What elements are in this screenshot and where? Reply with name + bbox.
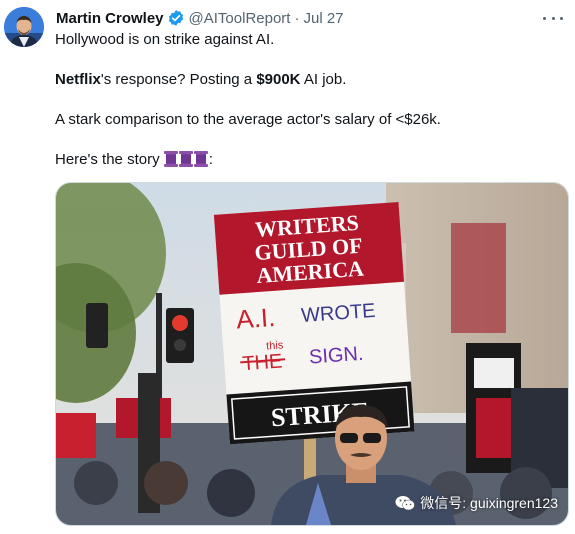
watermark-text: 微信号: guixingren123 xyxy=(420,495,558,511)
tweet-line-2: Netflix's response? Posting a $900K AI j… xyxy=(55,70,346,90)
author-name[interactable]: Martin Crowley xyxy=(56,10,164,27)
salary-bold: $900K xyxy=(256,71,301,88)
line-4-end: : xyxy=(208,151,213,168)
tweet-line-3: A stark comparison to the average actor'… xyxy=(55,111,441,128)
sign-sign: SIGN. xyxy=(308,343,364,369)
spool-icon xyxy=(163,151,178,167)
tweet-line-1: Hollywood is on strike against AI. xyxy=(55,31,275,48)
tweet-header: Martin Crowley @AIToolReport · Jul 27 xyxy=(56,8,515,28)
avatar[interactable] xyxy=(4,7,44,47)
tweet-photo[interactable]: WRITERS GUILD OF AMERICA A.I. WROTE this… xyxy=(55,182,569,526)
spool-icon xyxy=(178,151,193,167)
watermark: 微信号: guixingren123 xyxy=(395,493,558,513)
line-2-mid: 's response? Posting a xyxy=(100,71,257,88)
sign-ai: A.I. xyxy=(235,302,276,335)
verified-badge-icon[interactable] xyxy=(167,9,185,27)
line-2-end: AI job. xyxy=(300,71,347,88)
more-icon[interactable] xyxy=(543,10,563,26)
author-handle[interactable]: @AIToolReport xyxy=(189,10,291,27)
tweet-line-4: Here's the story : xyxy=(55,150,213,170)
separator: · xyxy=(294,9,300,27)
strike-photo-illustration: WRITERS GUILD OF AMERICA A.I. WROTE this… xyxy=(56,183,568,525)
spool-icon xyxy=(193,151,208,167)
wechat-icon xyxy=(395,496,415,511)
tweet-date[interactable]: Jul 27 xyxy=(303,10,343,27)
line-4-text: Here's the story xyxy=(55,151,160,168)
netflix-bold: Netflix xyxy=(55,71,101,88)
